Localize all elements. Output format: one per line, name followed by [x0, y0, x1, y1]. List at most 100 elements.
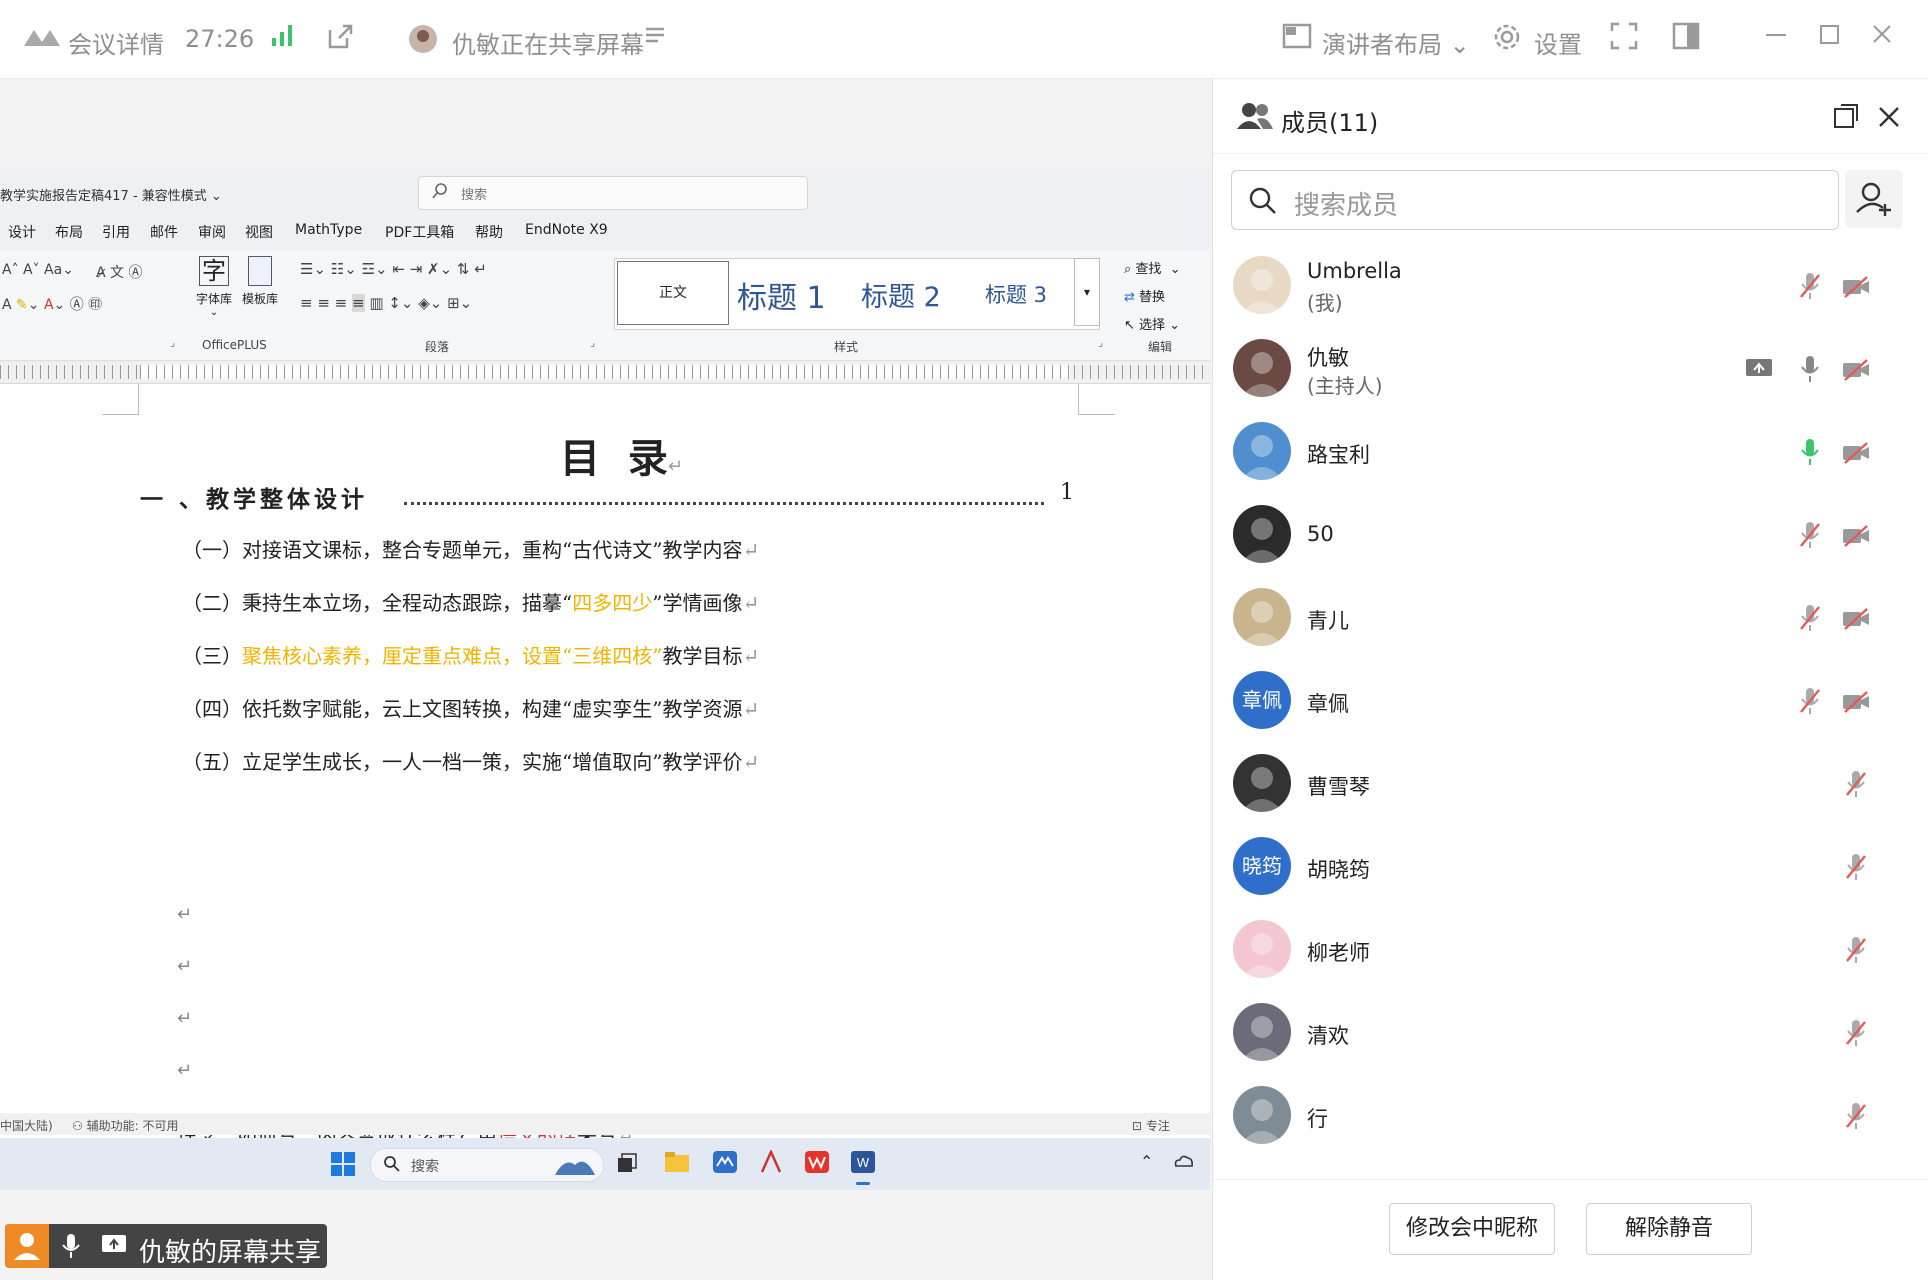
toc-subentry-3[interactable]: （三）聚焦核心素养，厘定重点难点，设置“三维四核”教学目标↵ — [182, 640, 759, 669]
style-heading-3[interactable]: 标题 3 — [985, 279, 1047, 309]
file-explorer-icon[interactable] — [664, 1150, 690, 1178]
toc-entry-1[interactable]: 一 、教学整体设计 1 — [140, 480, 1080, 513]
speaker-layout-button[interactable]: 演讲者布局 ⌄ — [1322, 25, 1470, 60]
minimize-icon[interactable] — [1764, 22, 1788, 54]
maximize-icon[interactable] — [1818, 22, 1842, 54]
status-language[interactable]: 中国大陆) — [0, 1117, 53, 1134]
menu-help[interactable]: 帮助 — [475, 222, 503, 242]
pdf-app-icon[interactable] — [758, 1148, 784, 1178]
camera-off-icon[interactable] — [1841, 524, 1871, 552]
document-title[interactable]: 教学实施报告定稿417 - 兼容性模式 ⌄ — [0, 185, 222, 204]
menu-view[interactable]: 视图 — [245, 222, 273, 242]
status-focus-mode[interactable]: ⊡ 专注 — [1132, 1117, 1170, 1134]
meeting-app-icon[interactable] — [712, 1150, 738, 1178]
tray-chevron-up-icon[interactable]: ⌃ — [1140, 1152, 1153, 1171]
toc-subentry-1[interactable]: （一）对接语文课标，整合专题单元，重构“古代诗文”教学内容↵ — [182, 534, 759, 563]
template-library-button[interactable]: 模板库 — [238, 256, 282, 328]
style-heading-2[interactable]: 标题 2 — [861, 275, 941, 314]
layout-icon[interactable] — [1282, 22, 1312, 58]
member-search-box[interactable]: 搜索成员 — [1231, 170, 1839, 230]
replace-button[interactable]: ⇄ 替换 — [1124, 286, 1165, 305]
font-size-up-icon[interactable]: A˄ A˅ Aa⌄ — [2, 262, 74, 278]
member-row[interactable]: 路宝利 — [1213, 413, 1928, 496]
word-search-box[interactable]: 搜索 — [418, 176, 808, 210]
member-row[interactable]: 行 — [1213, 1077, 1928, 1160]
camera-off-icon[interactable] — [1841, 358, 1871, 386]
menu-layout[interactable]: 布局 — [55, 222, 83, 242]
status-accessibility[interactable]: ⚇ 辅助功能: 不可用 — [72, 1117, 178, 1134]
font-library-button[interactable]: 字 字体库 ⌄ — [192, 256, 236, 328]
fullscreen-icon[interactable] — [1610, 22, 1638, 58]
mic-muted-icon[interactable] — [1845, 1101, 1867, 1135]
menu-references[interactable]: 引用 — [102, 222, 130, 242]
rename-button[interactable]: 修改会中昵称 — [1389, 1203, 1555, 1255]
mic-icon[interactable] — [1799, 354, 1821, 388]
close-window-icon[interactable] — [1870, 22, 1894, 54]
signal-strength-icon[interactable] — [270, 22, 296, 56]
menu-review[interactable]: 审阅 — [198, 222, 226, 242]
font-color-icons[interactable]: A ✎⌄ A⌄ Ⓐ ㊞ — [2, 294, 102, 314]
sidebar-toggle-icon[interactable] — [1672, 22, 1700, 58]
invite-member-icon[interactable] — [1845, 170, 1903, 228]
member-row[interactable]: 50 — [1213, 496, 1928, 579]
unmute-button[interactable]: 解除静音 — [1586, 1203, 1752, 1255]
member-row[interactable]: 章佩 章佩 — [1213, 662, 1928, 745]
camera-off-icon[interactable] — [1841, 275, 1871, 303]
mic-muted-icon[interactable] — [1799, 520, 1821, 554]
wps-app-icon[interactable] — [804, 1150, 830, 1178]
document-page[interactable]: 目 录↵ 一 、教学整体设计 1 ↵ ↵ ↵ ↵ ↵ （一）对接语文课标，整合专… — [0, 384, 1210, 1116]
camera-off-icon[interactable] — [1841, 690, 1871, 718]
toc-subentry-5[interactable]: （五）立足学生成长，一人一档一策，实施“增值取向”教学评价↵ — [182, 746, 759, 775]
camera-off-icon[interactable] — [1841, 441, 1871, 469]
mic-muted-icon[interactable] — [1799, 271, 1821, 305]
word-ribbon: A˄ A˅ Aa⌄ A̷ 文 Ⓐ A ✎⌄ A⌄ Ⓐ ㊞ 字 字体库 ⌄ 模板库… — [0, 250, 1210, 361]
align-icons[interactable]: ≡ ≡ ≡ ≡ ▥ ↕⌄ ◈⌄ ⊞⌄ — [300, 294, 472, 312]
style-heading-1[interactable]: 标题 1 — [737, 273, 826, 317]
screen-share-label[interactable]: 仇敏的屏幕共享 — [5, 1224, 327, 1268]
mic-muted-icon[interactable] — [1799, 603, 1821, 637]
menu-list-icon[interactable] — [643, 22, 667, 56]
dialog-launcher-icon[interactable]: ⌟ — [170, 336, 175, 349]
close-panel-icon[interactable] — [1877, 105, 1901, 133]
member-row[interactable]: 仇敏 (主持人) — [1213, 330, 1928, 413]
meeting-details-link[interactable]: 会议详情 — [68, 25, 164, 60]
list-icons[interactable]: ☰⌄ ☷⌄ ☲⌄ ⇤ ⇥ ✗⌄ ⇅ ↵ — [300, 260, 487, 278]
mic-muted-icon[interactable] — [1799, 686, 1821, 720]
task-view-icon[interactable] — [616, 1152, 638, 1178]
style-normal[interactable]: 正文 — [617, 261, 729, 325]
member-row[interactable]: 柳老师 — [1213, 911, 1928, 994]
member-row[interactable]: 青儿 — [1213, 579, 1928, 662]
mic-muted-icon[interactable] — [1845, 935, 1867, 969]
member-row[interactable]: 曹雪琴 — [1213, 745, 1928, 828]
camera-off-icon[interactable] — [1841, 607, 1871, 635]
select-button[interactable]: ↖ 选择 ⌄ — [1124, 314, 1180, 333]
member-row[interactable]: 清欢 — [1213, 994, 1928, 1077]
styles-more-button[interactable]: ▾ — [1074, 258, 1100, 326]
toc-subentry-2[interactable]: （二）秉持生本立场，全程动态跟踪，描摹“四多四少”学情画像↵ — [182, 587, 759, 616]
styles-launcher-icon[interactable]: ⌟ — [1098, 336, 1103, 349]
menu-mailings[interactable]: 邮件 — [150, 222, 178, 242]
mic-muted-icon[interactable] — [1845, 852, 1867, 886]
settings-button[interactable]: 设置 — [1534, 25, 1582, 60]
taskbar-search-box[interactable]: 搜索 — [370, 1148, 604, 1182]
font-tools-icons[interactable]: A̷ 文 Ⓐ — [96, 262, 142, 282]
gear-icon[interactable] — [1492, 22, 1522, 60]
toc-subentry-4[interactable]: （四）依托数字赋能，云上文图转换，构建“虚实孪生”教学资源↵ — [182, 693, 759, 722]
paragraph-launcher-icon[interactable]: ⌟ — [590, 336, 595, 349]
menu-design[interactable]: 设计 — [8, 222, 36, 242]
member-row[interactable]: Umbrella (我) — [1213, 247, 1928, 330]
windows-start-icon[interactable] — [330, 1151, 356, 1181]
menu-mathtype[interactable]: MathType — [295, 222, 362, 238]
menu-pdf-toolbox[interactable]: PDF工具箱 — [385, 222, 454, 242]
popout-panel-icon[interactable] — [1833, 103, 1859, 133]
find-button[interactable]: ⌕ 查找 ⌄ — [1124, 258, 1181, 277]
mic-muted-icon[interactable] — [1845, 769, 1867, 803]
tray-cloud-icon[interactable] — [1172, 1150, 1194, 1176]
member-row[interactable]: 晓筠 胡晓筠 — [1213, 828, 1928, 911]
horizontal-ruler[interactable] — [0, 361, 1210, 384]
menu-endnote[interactable]: EndNote X9 — [525, 222, 608, 238]
mic-active-icon[interactable] — [1799, 437, 1821, 471]
word-app-icon[interactable]: W — [850, 1150, 876, 1178]
mic-muted-icon[interactable] — [1845, 1018, 1867, 1052]
external-share-icon[interactable] — [325, 22, 355, 60]
